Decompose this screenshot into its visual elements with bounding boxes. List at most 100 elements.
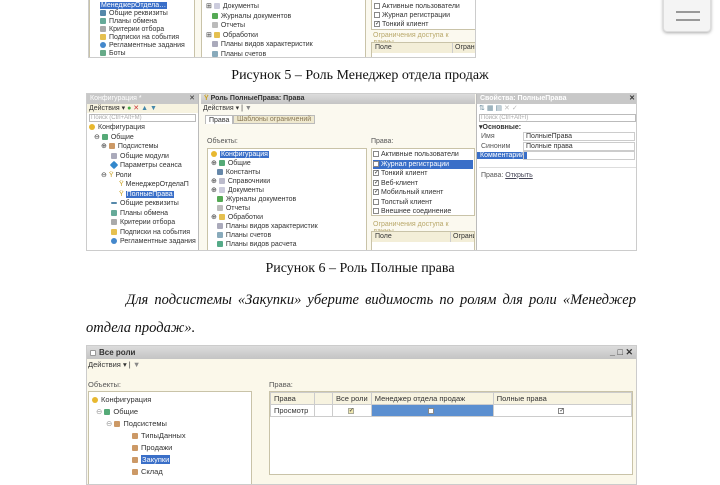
column-header[interactable]: Права: [270, 392, 315, 405]
column-header[interactable]: Поле: [375, 44, 392, 51]
tree-item[interactable]: Журналы документов: [206, 12, 365, 22]
tree-item[interactable]: Подписки на события: [100, 34, 194, 42]
search-input[interactable]: Поиск (Ctrl+Alt+M): [89, 114, 196, 122]
right-checkbox[interactable]: Активные пользователи: [373, 150, 473, 160]
right-checkbox[interactable]: Журнал регистрации: [373, 159, 473, 169]
tree-item[interactable]: ⊖ Общие: [89, 133, 198, 143]
tree-item[interactable]: Подписки на события: [89, 228, 198, 238]
tree-item[interactable]: Планы видов характеристик: [206, 40, 365, 50]
sort-icon[interactable]: ⇅: [479, 105, 485, 112]
column-header[interactable]: Все роли: [332, 392, 372, 405]
tree-item[interactable]: Склад: [92, 466, 251, 478]
tree-item[interactable]: Журналы документов: [211, 195, 366, 204]
tree-item[interactable]: Планы счетов: [211, 231, 366, 240]
column-header[interactable]: [314, 392, 333, 405]
column-header[interactable]: Ограни: [452, 43, 475, 53]
column-header[interactable]: Полные права: [492, 392, 632, 405]
right-checkbox[interactable]: Внешнее соединение: [373, 207, 473, 215]
synonym-field[interactable]: Полные права: [523, 141, 635, 151]
right-checkbox[interactable]: ✓ Веб-клиент: [373, 179, 473, 189]
properties-search-input[interactable]: Поиск (Ctrl+Alt+I): [479, 114, 636, 122]
tree-item[interactable]: Ÿ ПолныеПрава: [89, 190, 198, 200]
tree-item[interactable]: ⊞ Документы: [206, 2, 365, 12]
tree-item[interactable]: ⊖ Подсистемы: [92, 418, 251, 430]
open-rights-link[interactable]: Открыть: [505, 172, 533, 179]
tree-item[interactable]: Конфигурация: [89, 123, 198, 133]
table-row: Просмотр ✓ ✓: [270, 404, 632, 417]
name-field[interactable]: ПолныеПрава: [523, 132, 635, 141]
property-row: Синоним Полные права: [477, 141, 636, 152]
delete-icon[interactable]: ✕: [133, 105, 139, 112]
tree-item[interactable]: Планы видов расчета: [211, 240, 366, 249]
tab-rights[interactable]: Права: [205, 115, 234, 124]
figure6-caption: Рисунок 6 – Роль Полные права: [265, 261, 455, 276]
minimize-button[interactable]: _: [610, 347, 615, 357]
tree-item[interactable]: Планы обмена: [89, 209, 198, 219]
up-icon[interactable]: ▲: [141, 105, 148, 112]
check-icon[interactable]: ✓: [512, 105, 518, 112]
tree-item[interactable]: МенеджерОтдела…: [100, 2, 168, 9]
tab-restriction-templates[interactable]: Шаблоны ограничений: [233, 115, 316, 124]
tree-item[interactable]: Регламентные задания: [100, 42, 194, 50]
tree-item[interactable]: Критерии отбора: [89, 218, 198, 228]
tree-item[interactable]: ⊕ Общие: [211, 159, 366, 168]
close-button[interactable]: ✕: [625, 347, 633, 357]
tree-item[interactable]: ⊕ Справочники: [211, 177, 366, 186]
column-header[interactable]: Менеджер отдела продаж: [370, 392, 494, 405]
tree-item[interactable]: Планы счетов: [206, 50, 365, 57]
column-header[interactable]: Ограни: [450, 232, 474, 242]
right-checkbox[interactable]: ✓ Тонкий клиент: [373, 169, 473, 179]
tree-item[interactable]: ⊕ Документы: [211, 186, 366, 195]
tree-item[interactable]: ТипыДанных: [92, 430, 251, 442]
full-rights-checkbox[interactable]: ✓: [558, 408, 564, 415]
right-checkbox[interactable]: ✓ Мобильный клиент: [373, 188, 473, 198]
tree-item[interactable]: Закупки: [92, 454, 251, 466]
add-icon[interactable]: ●: [127, 105, 131, 112]
actions-menu[interactable]: Действия ▾: [88, 360, 127, 369]
categories-icon[interactable]: ▦: [487, 105, 494, 112]
close-icon[interactable]: ✕: [189, 94, 195, 104]
menu-button[interactable]: [663, 0, 711, 32]
right-checkbox[interactable]: Активные пользователи: [374, 2, 474, 11]
tree-item[interactable]: Общие реквизиты: [89, 199, 198, 209]
right-checkbox[interactable]: Журнал регистрации: [374, 11, 474, 20]
filter-icon[interactable]: ▼: [133, 360, 140, 369]
manager-checkbox[interactable]: [428, 408, 435, 415]
tree-item[interactable]: Боты: [100, 50, 194, 57]
tree-item[interactable]: Конфигурация: [92, 394, 251, 406]
rights-table: Права Все роли Менеджер отдела продаж По…: [269, 391, 633, 475]
tree-item[interactable]: Параметры сеанса: [89, 160, 198, 171]
all-roles-checkbox[interactable]: ✓: [347, 408, 354, 415]
tree-item[interactable]: Общие реквизиты: [100, 10, 194, 18]
right-checkbox[interactable]: Толстый клиент: [373, 198, 473, 208]
actions-menu[interactable]: Действия ▾: [89, 105, 125, 112]
tree-item[interactable]: Критерии отбора: [100, 26, 194, 34]
tree-item[interactable]: Регламентные задания: [89, 237, 198, 247]
column-header[interactable]: Поле: [375, 233, 392, 240]
tree-item[interactable]: ⊕ Подсистемы: [89, 142, 198, 152]
tree-item[interactable]: Продажи: [92, 442, 251, 454]
close-icon[interactable]: ✕: [629, 94, 635, 104]
tree-item[interactable]: Ÿ МенеджерОтделаП: [89, 180, 198, 190]
tree-item[interactable]: ⊕ Обработки: [211, 213, 366, 222]
tree-item[interactable]: ⊞ Обработки: [206, 31, 365, 41]
tree-item[interactable]: Планы обмена: [100, 18, 194, 26]
tree-item[interactable]: Константы: [211, 168, 366, 177]
maximize-button[interactable]: □: [618, 347, 623, 357]
processing-icon: [213, 31, 220, 38]
property-group[interactable]: Основные:: [483, 124, 522, 131]
down-icon[interactable]: ▼: [150, 105, 157, 112]
tree-item[interactable]: ⊖ Общие: [92, 406, 251, 418]
tree-item[interactable]: Отчеты: [206, 21, 365, 31]
tree-item[interactable]: Планы видов характеристик: [211, 222, 366, 231]
comment-field[interactable]: [523, 151, 635, 160]
tree-item[interactable]: ⊖ Ÿ Роли: [89, 171, 198, 181]
list-icon[interactable]: ▤: [495, 105, 502, 112]
actions-menu[interactable]: Действия ▾: [203, 105, 239, 112]
tree-item[interactable]: Отчеты: [211, 204, 366, 213]
right-checkbox[interactable]: ✓ Тонкий клиент: [374, 20, 474, 29]
tree-item[interactable]: Конфигурация: [211, 150, 366, 159]
tree-item[interactable]: Общие модули: [89, 152, 198, 162]
clear-icon[interactable]: ✕: [504, 105, 510, 112]
filter-icon[interactable]: ▼: [245, 105, 252, 112]
